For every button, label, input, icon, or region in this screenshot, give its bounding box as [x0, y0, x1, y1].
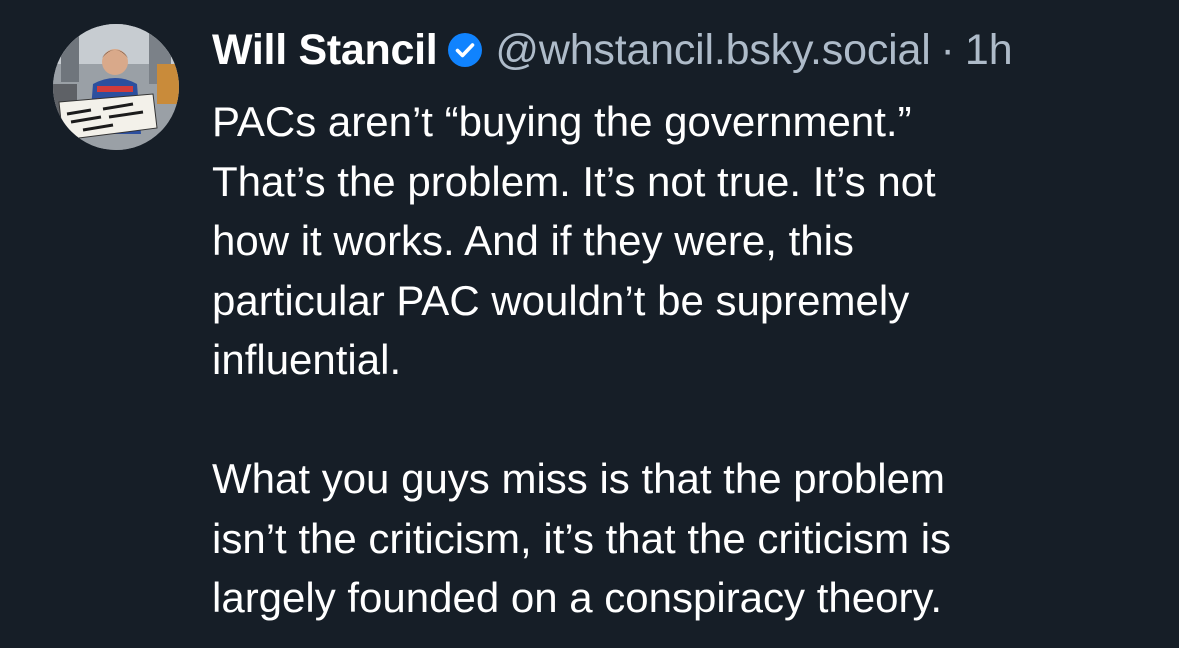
post-text-line: isn’t the criticism, it’s that the criti… [212, 514, 952, 562]
post-text-line: particular PAC wouldn’t be supremely [212, 276, 910, 324]
author-handle[interactable]: @whstancil.bsky.social [495, 26, 930, 75]
post-paragraph: What you guys miss is that the problem i… [212, 449, 1112, 628]
post-text-line: how it works. And if they were, this [212, 217, 854, 264]
post-timestamp[interactable]: 1h [965, 26, 1013, 75]
post-paragraph: PACs aren’t “buying the government.” Tha… [212, 92, 1112, 390]
avatar[interactable] [53, 24, 179, 150]
post-text-line: largely founded on a conspiracy theory. [212, 574, 942, 621]
verified-badge-icon [447, 32, 483, 68]
post-card[interactable]: Will Stancil @whstancil.bsky.social · 1h… [0, 0, 1179, 648]
post-text-line: PACs aren’t “buying the government.” [212, 98, 912, 145]
post-body: PACs aren’t “buying the government.” Tha… [212, 92, 1112, 628]
post-header: Will Stancil @whstancil.bsky.social · 1h [212, 22, 1013, 78]
header-separator: · [940, 25, 955, 74]
avatar-photo [53, 24, 179, 150]
post-text-line: That’s the problem. It’s not true. It’s … [212, 157, 936, 205]
author-display-name[interactable]: Will Stancil [212, 26, 438, 75]
post-text-line: influential. [212, 336, 402, 383]
post-text-line: What you guys miss is that the problem [212, 455, 945, 502]
